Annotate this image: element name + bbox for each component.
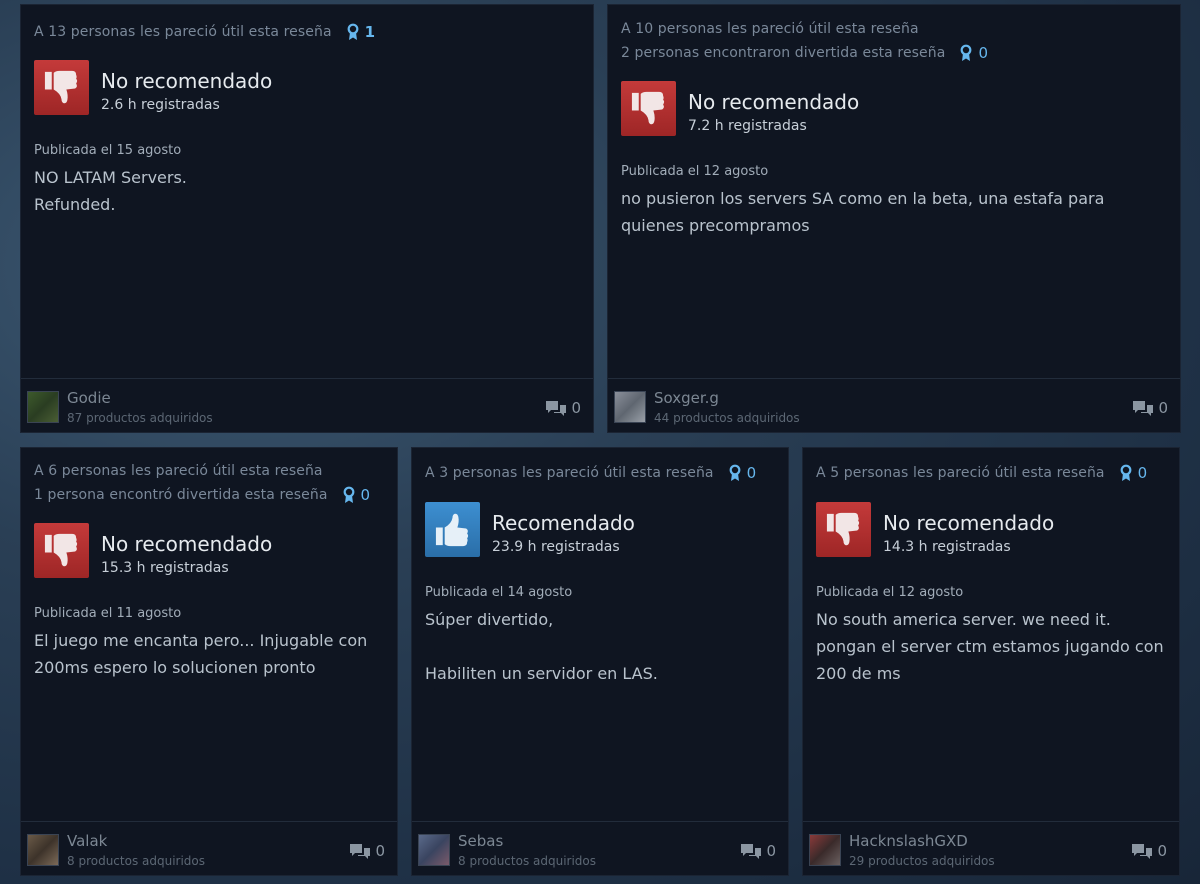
products-owned: 87 productos adquiridos	[67, 411, 213, 425]
posted-date: Publicada el 12 agosto	[816, 585, 964, 600]
review-verdict: No recomendado	[101, 69, 273, 93]
award-button[interactable]: 0	[728, 464, 757, 482]
thumbs-down-icon	[34, 60, 89, 115]
comments-link[interactable]: 0	[545, 399, 581, 418]
comment-icon	[546, 400, 567, 416]
review-card: A 10 personas les pareció útil esta rese…	[607, 4, 1181, 433]
products-owned: 44 productos adquiridos	[654, 411, 800, 425]
helpful-count: A 5 personas les pareció útil esta reseñ…	[816, 464, 1148, 482]
award-button[interactable]: 1	[346, 23, 376, 41]
funny-count: 2 personas encontraron divertida esta re…	[621, 44, 989, 62]
comment-icon	[741, 843, 762, 859]
review-card: A 5 personas les pareció útil esta reseñ…	[802, 447, 1180, 876]
hours-played: 7.2 h registradas	[688, 118, 807, 134]
hours-played: 23.9 h registradas	[492, 539, 620, 555]
award-icon	[729, 464, 741, 481]
helpful-count: A 3 personas les pareció útil esta reseñ…	[425, 464, 757, 482]
avatar[interactable]	[27, 834, 59, 866]
helpful-count: A 6 personas les pareció útil esta reseñ…	[34, 463, 323, 479]
posted-date: Publicada el 12 agosto	[621, 164, 769, 179]
reviewer-name[interactable]: Godie	[67, 389, 111, 407]
award-icon	[1120, 464, 1132, 481]
posted-date: Publicada el 11 agosto	[34, 606, 182, 621]
award-icon	[961, 44, 972, 61]
reviewer-name[interactable]: Soxger.g	[654, 389, 719, 407]
posted-date: Publicada el 14 agosto	[425, 585, 573, 600]
review-text: Súper divertido, Habiliten un servidor e…	[425, 610, 658, 683]
card-divider	[803, 821, 1179, 822]
helpful-count: A 13 personas les pareció útil esta rese…	[34, 23, 376, 41]
helpful-count: A 10 personas les pareció útil esta rese…	[621, 21, 919, 37]
reviewer-name[interactable]: Sebas	[458, 832, 503, 850]
card-divider	[21, 378, 593, 379]
thumbs-down-icon	[621, 81, 676, 136]
review-text: El juego me encanta pero... Injugable co…	[34, 631, 368, 677]
award-button[interactable]: 0	[342, 486, 371, 504]
review-verdict: No recomendado	[688, 90, 860, 114]
review-verdict: No recomendado	[101, 532, 273, 556]
award-icon	[343, 486, 354, 503]
award-icon	[347, 23, 359, 40]
hours-played: 14.3 h registradas	[883, 539, 1011, 555]
review-card: A 6 personas les pareció útil esta reseñ…	[20, 447, 398, 876]
funny-count: 1 persona encontró divertida esta reseña…	[34, 486, 371, 504]
thumbs-down-icon	[816, 502, 871, 557]
award-button[interactable]: 0	[959, 44, 988, 62]
products-owned: 29 productos adquiridos	[849, 854, 995, 868]
reviewer-name[interactable]: Valak	[67, 832, 107, 850]
reviewer-name[interactable]: HacknslashGXD	[849, 832, 968, 850]
avatar[interactable]	[27, 391, 59, 423]
review-verdict: Recomendado	[492, 511, 635, 535]
card-divider	[21, 821, 397, 822]
review-text: NO LATAM Servers. Refunded.	[34, 168, 187, 214]
card-divider	[412, 821, 788, 822]
review-card: A 3 personas les pareció útil esta reseñ…	[411, 447, 789, 876]
thumbs-down-icon	[34, 523, 89, 578]
avatar[interactable]	[809, 834, 841, 866]
comments-link[interactable]: 0	[1131, 842, 1167, 861]
posted-date: Publicada el 15 agosto	[34, 143, 182, 158]
review-text: no pusieron los servers SA como en la be…	[621, 189, 1105, 235]
comment-icon	[1133, 400, 1154, 416]
products-owned: 8 productos adquiridos	[67, 854, 206, 868]
comment-icon	[350, 843, 371, 859]
card-divider	[608, 378, 1180, 379]
thumbs-up-icon	[425, 502, 480, 557]
review-text: No south america server. we need it. pon…	[816, 610, 1164, 683]
comments-link[interactable]: 0	[349, 842, 385, 861]
hours-played: 15.3 h registradas	[101, 560, 229, 576]
award-button[interactable]: 0	[1119, 464, 1148, 482]
review-verdict: No recomendado	[883, 511, 1055, 535]
products-owned: 8 productos adquiridos	[458, 854, 597, 868]
comments-link[interactable]: 0	[1132, 399, 1168, 418]
avatar[interactable]	[614, 391, 646, 423]
comments-link[interactable]: 0	[740, 842, 776, 861]
comment-icon	[1132, 843, 1153, 859]
avatar[interactable]	[418, 834, 450, 866]
hours-played: 2.6 h registradas	[101, 97, 220, 113]
review-card: A 13 personas les pareció útil esta rese…	[20, 4, 594, 433]
